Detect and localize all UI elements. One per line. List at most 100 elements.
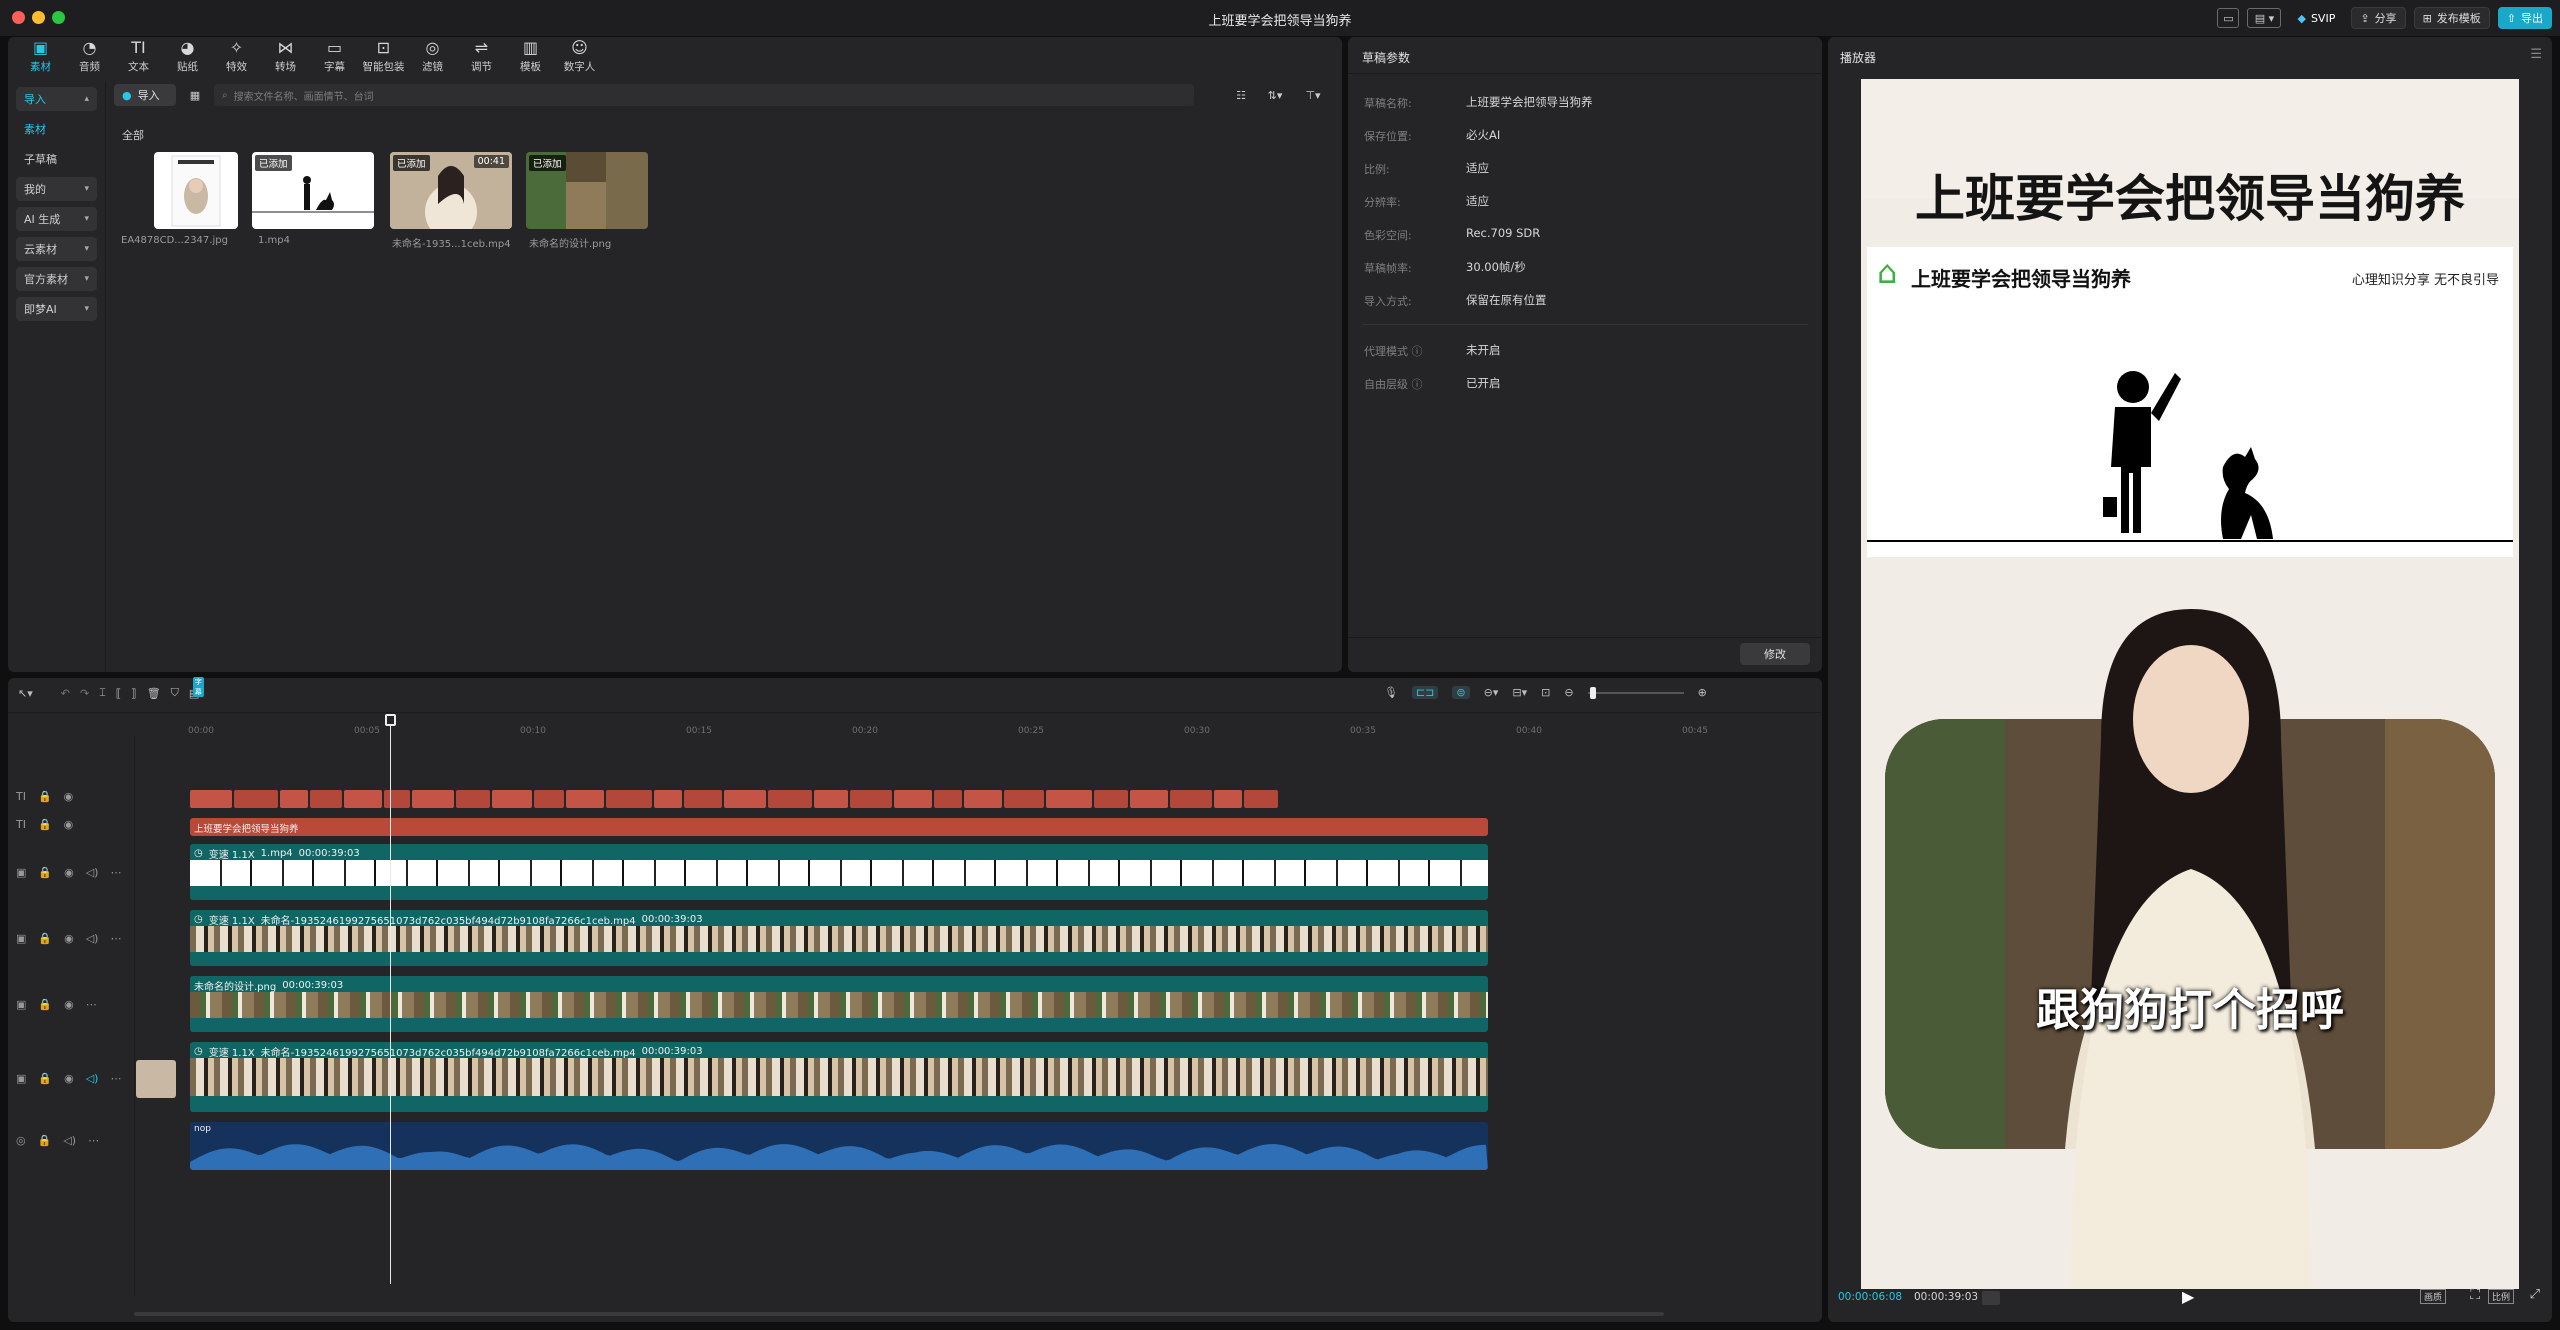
track-options-icon[interactable]: ⊟▾: [1512, 686, 1527, 699]
more-icon[interactable]: ⋯: [110, 1072, 121, 1085]
sidebar-item-import[interactable]: 导入 ▴: [16, 87, 97, 111]
sidebar-item-subdraft[interactable]: 子草稿: [16, 147, 97, 171]
lock-icon[interactable]: 🔒: [38, 932, 52, 945]
more-icon[interactable]: ⋯: [110, 932, 121, 945]
media-item[interactable]: 已添加: [252, 152, 374, 229]
subtitle-clip[interactable]: [1094, 790, 1128, 808]
subtitle-clip[interactable]: [768, 790, 812, 808]
play-button[interactable]: ▶: [2182, 1287, 2194, 1306]
subtitle-clip[interactable]: [1170, 790, 1212, 808]
export-button[interactable]: ⇧ 导出: [2497, 7, 2552, 29]
speaker-icon[interactable]: ◁): [86, 866, 99, 879]
image-clip[interactable]: 未命名的设计.png 00:00:39:03: [190, 976, 1488, 1032]
eye-icon[interactable]: ◉: [64, 998, 74, 1011]
toolbar-adjust[interactable]: ⇌ 调节: [457, 37, 506, 77]
subtitle-clip[interactable]: [280, 790, 308, 808]
eye-icon[interactable]: ◉: [64, 1072, 74, 1085]
speaker-icon[interactable]: ◁): [86, 932, 99, 945]
info-icon[interactable]: ⓘ: [1412, 345, 1423, 358]
video-clip[interactable]: ◷ 变速 1.1X 未命名-1935246199275651073d762c035b…: [190, 910, 1488, 966]
caption-recognize-icon[interactable]: ▤字幕: [189, 676, 204, 700]
lock-icon[interactable]: 🔒: [38, 998, 52, 1011]
fullscreen-icon[interactable]: ⤢: [2530, 1287, 2540, 1302]
sidebar-item-mine[interactable]: 我的 ▾: [16, 177, 97, 201]
eye-icon[interactable]: ◉: [64, 932, 74, 945]
zoom-out-icon[interactable]: ⊖: [1564, 686, 1573, 699]
sidebar-item-media[interactable]: 素材: [16, 117, 97, 141]
magnet-icon[interactable]: ⊏⊐: [1411, 686, 1439, 699]
subtitle-clip[interactable]: [190, 790, 232, 808]
publish-template-button[interactable]: ⊞ 发布模板: [2413, 7, 2490, 29]
toolbar-text[interactable]: TI 文本: [114, 37, 163, 77]
fit-icon[interactable]: ⊡: [1541, 686, 1550, 699]
layout-switch-icon[interactable]: ▤ ▾: [2247, 8, 2282, 28]
subtitle-clip[interactable]: [456, 790, 490, 808]
subtitle-clip[interactable]: [344, 790, 382, 808]
subtitle-clip[interactable]: [1214, 790, 1242, 808]
filter-dropdown-icon[interactable]: ⊤▾: [1298, 85, 1328, 105]
toolbar-audio[interactable]: ◔ 音频: [65, 37, 114, 77]
quality-button[interactable]: 画质: [2419, 1289, 2446, 1304]
preview-axis-icon[interactable]: ⊖▾: [1484, 686, 1499, 699]
speaker-icon[interactable]: ◁): [86, 1072, 99, 1085]
subtitle-clips-track[interactable]: [190, 788, 1488, 810]
zoom-in-icon[interactable]: ⊕: [1698, 686, 1707, 699]
playhead-handle[interactable]: [384, 714, 396, 726]
select-tool-icon[interactable]: ↖▾: [18, 687, 33, 700]
subtitle-clip[interactable]: [1244, 790, 1278, 808]
zoom-slider[interactable]: [1587, 686, 1684, 699]
zoom-slider-thumb[interactable]: [1589, 686, 1596, 699]
import-button[interactable]: ● 导入: [114, 84, 176, 106]
menu-icon[interactable]: ☰: [2530, 47, 2542, 62]
playhead[interactable]: [384, 714, 396, 1284]
sidebar-item-cloud[interactable]: 云素材 ▾: [16, 237, 97, 261]
toolbar-subtitle[interactable]: ▭ 字幕: [310, 37, 359, 77]
more-icon[interactable]: ⋯: [86, 998, 97, 1011]
redo-icon[interactable]: ↷: [80, 687, 89, 700]
subtitle-clip[interactable]: [234, 790, 278, 808]
timeline-scrollbar[interactable]: [134, 1312, 1664, 1316]
layout-icon[interactable]: ▭: [2217, 8, 2240, 28]
main-video-clip[interactable]: ◷ 变速 1.1X 未命名-1935246199275651073d762c035b…: [190, 1042, 1488, 1112]
toolbar-filter[interactable]: ◎ 滤镜: [408, 37, 457, 77]
media-item[interactable]: 已添加 00:41: [390, 152, 512, 229]
toolbar-media[interactable]: ▣ 素材: [16, 37, 65, 77]
subtitle-clip[interactable]: [814, 790, 848, 808]
cover-thumbnail[interactable]: [136, 1060, 176, 1098]
subtitle-clip[interactable]: [412, 790, 454, 808]
microphone-icon[interactable]: 🎙: [1384, 686, 1398, 699]
lock-icon[interactable]: 🔒: [38, 866, 52, 879]
preview-canvas[interactable]: 上班要学会把领导当狗养 ⌂ 上班要学会把领导当狗养 心理知识分享 无不良引导 跟…: [1861, 79, 2519, 1289]
media-item[interactable]: [154, 152, 238, 229]
share-button[interactable]: ⇪ 分享: [2351, 7, 2406, 29]
subtitle-clip[interactable]: [1046, 790, 1092, 808]
svip-badge[interactable]: ◆ SVIP: [2289, 7, 2343, 29]
trim-right-icon[interactable]: ⟧: [131, 687, 136, 700]
grid-view-icon[interactable]: ▦: [184, 85, 206, 105]
subtitle-clip[interactable]: [934, 790, 962, 808]
video-clip[interactable]: ◷ 变速 1.1X 1.mp4 00:00:39:03: [190, 844, 1488, 900]
sort-icon[interactable]: ⇅▾: [1260, 85, 1290, 105]
subtitle-clip[interactable]: [964, 790, 1002, 808]
subtitle-clip[interactable]: [566, 790, 604, 808]
subtitle-clip[interactable]: [310, 790, 342, 808]
subtitle-clip[interactable]: [1004, 790, 1044, 808]
info-icon[interactable]: ⓘ: [1412, 378, 1423, 391]
more-icon[interactable]: ⋯: [110, 866, 121, 879]
toolbar-digital-human[interactable]: ☺ 数字人: [555, 37, 604, 77]
modify-button[interactable]: 修改: [1740, 643, 1810, 665]
timecode-toggle-icon[interactable]: [1982, 1291, 2000, 1305]
subtitle-clip[interactable]: [606, 790, 652, 808]
media-item[interactable]: 已添加: [526, 152, 648, 229]
lock-icon[interactable]: 🔒: [38, 1134, 52, 1147]
subtitle-clip[interactable]: [850, 790, 892, 808]
toolbar-template[interactable]: ▥ 模板: [506, 37, 555, 77]
split-icon[interactable]: ⌶: [99, 686, 106, 700]
ratio-button[interactable]: 比例: [2487, 1289, 2514, 1304]
subtitle-clip[interactable]: [894, 790, 932, 808]
toolbar-smart-package[interactable]: ⊡ 智能包装: [359, 37, 408, 77]
shield-icon[interactable]: ⛉: [171, 686, 179, 700]
view-mode-icon[interactable]: ☷: [1230, 85, 1252, 105]
lock-icon[interactable]: 🔒: [38, 790, 52, 803]
subtitle-clip[interactable]: [534, 790, 564, 808]
